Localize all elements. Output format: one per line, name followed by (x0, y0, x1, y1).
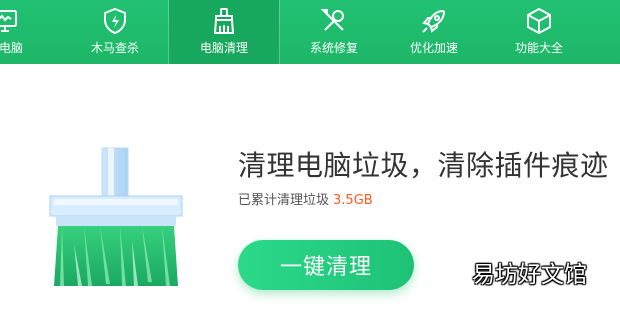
nav-item-label: 木马查杀 (90, 41, 139, 55)
nav-item-label: 功能大全 (514, 41, 563, 55)
rocket-icon (419, 0, 449, 36)
nav-item-label: 系统修复 (309, 41, 358, 55)
nav-item-all-features[interactable]: 功能大全 (484, 0, 594, 64)
nav-item-system-repair[interactable]: 系统修复 (279, 0, 389, 64)
nav-item-trojan-scan[interactable]: 木马查杀 (60, 0, 170, 64)
monitor-icon (0, 0, 20, 36)
nav-item-pc-clean[interactable]: 电脑清理 (169, 0, 279, 64)
broom-illustration (49, 147, 183, 286)
wrench-screwdriver-icon (319, 0, 349, 36)
nav-item-my-computer[interactable]: 的电脑 (0, 0, 60, 64)
nav-item-optimize[interactable]: 优化加速 (379, 0, 489, 64)
shield-bolt-icon (100, 0, 130, 36)
top-nav-bar: 的电脑 木马查杀 电脑清理 (0, 0, 620, 64)
cube-icon (524, 0, 554, 36)
cleaned-total-value: 3.5GB (333, 193, 373, 208)
nav-item-label: 优化加速 (409, 41, 458, 55)
nav-item-label: 电脑清理 (199, 41, 248, 55)
cleaned-total: 已累计清理垃圾 3.5GB (238, 192, 373, 210)
cleaned-total-label: 已累计清理垃圾 (238, 193, 330, 208)
page-headline: 清理电脑垃圾，清除插件痕迹 (238, 149, 609, 182)
watermark-text: 易坊好文馆 (472, 262, 587, 288)
broom-icon (209, 0, 239, 36)
nav-item-label: 的电脑 (0, 41, 23, 55)
one-click-clean-button[interactable]: 一键清理 (238, 240, 414, 290)
